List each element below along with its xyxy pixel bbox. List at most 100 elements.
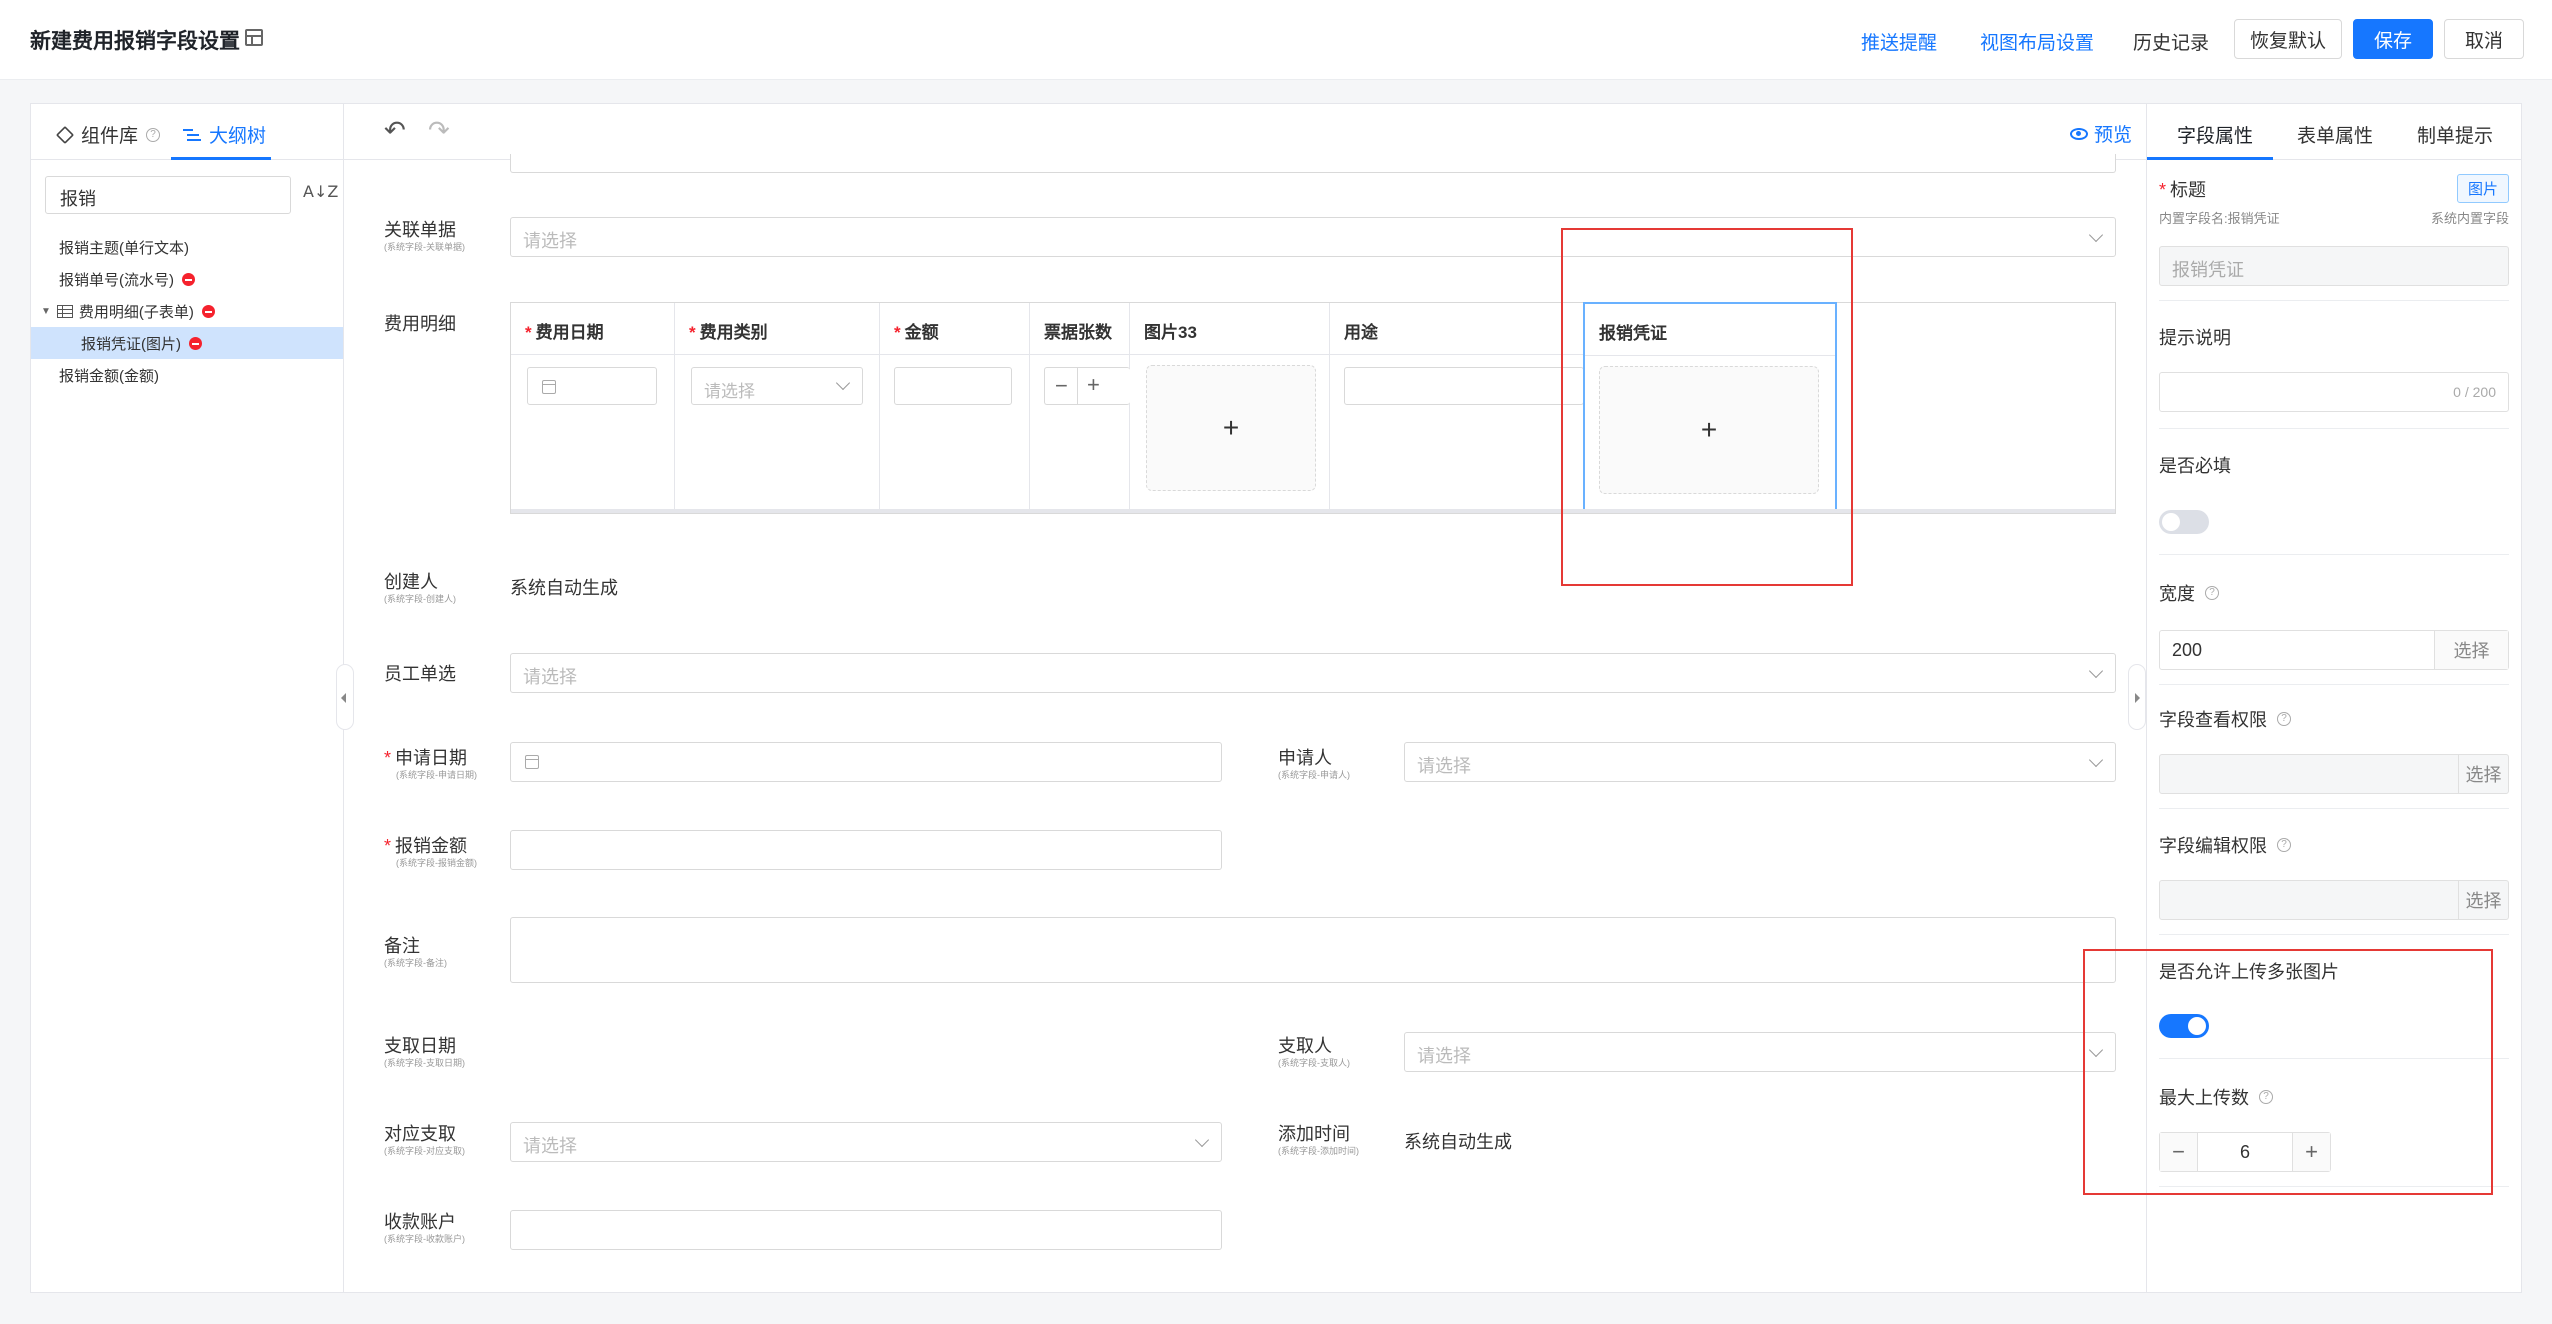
tab-form-props[interactable]: 表单属性 [2297,121,2373,148]
tree-item-selected[interactable]: 报销凭证(图片) [31,327,343,359]
column-header: 报销凭证 [1585,304,1835,356]
width-select-button[interactable]: 选择 [2434,631,2508,669]
applicant-select[interactable]: 请选择 [1404,742,2116,782]
caret-right-icon [2135,693,2140,703]
restore-default-button[interactable]: 恢复默认 [2234,19,2342,59]
tab-components[interactable]: 组件库 ? [55,121,161,148]
collapse-left-handle[interactable] [336,664,354,730]
pay-date-label: 支取日期 [384,1036,456,1056]
tab-underline [171,157,271,160]
view-permission-label: 字段查看权限? [2159,706,2291,732]
remove-icon[interactable] [182,272,195,286]
employee-select[interactable]: 请选择 [510,653,2116,693]
column-header: 票据张数 [1030,303,1129,355]
employee-label: 员工单选 [384,664,456,684]
view-permission-select-button[interactable]: 选择 [2458,755,2508,793]
remove-icon[interactable] [189,336,202,350]
table-scrollbar[interactable] [511,509,2115,513]
edit-permission-select-button[interactable]: 选择 [2458,881,2508,919]
remove-icon[interactable] [201,304,215,318]
help-icon: ? [2205,586,2219,600]
amount-label: * 报销金额 [384,836,468,856]
amount-input[interactable] [894,367,1012,405]
max-upload-stepper[interactable]: − 6 + [2159,1132,2331,1172]
purpose-input[interactable] [1344,367,1584,405]
property-panel: 字段属性 表单属性 制单提示 * 标题 图片 内置字段名:报销凭证 系统内置字段 … [2146,103,2522,1293]
help-icon: ? [2277,712,2291,726]
view-permission-input[interactable]: 选择 [2159,754,2509,794]
cancel-button[interactable]: 取消 [2444,19,2524,59]
collapse-right-handle[interactable] [2128,664,2146,730]
minus-icon[interactable]: − [1055,373,1068,399]
date-picker[interactable] [527,367,657,405]
max-upload-value[interactable]: 6 [2198,1142,2292,1163]
push-reminder-link[interactable]: 推送提醒 [1861,28,1937,55]
tree-item[interactable]: 报销主题(单行文本) [31,231,343,263]
pay-match-select[interactable]: 请选择 [510,1122,1222,1162]
sort-az-icon[interactable]: A↓Z [303,182,338,201]
tree-item[interactable]: ▼ 费用明细(子表单) [31,295,343,327]
redo-icon[interactable]: ↷ [428,116,450,146]
left-tabs: 组件库 ? 大纲树 [31,104,343,160]
width-input[interactable]: 200 选择 [2159,630,2509,670]
system-field-note: 系统内置字段 [2430,211,2509,226]
view-layout-link[interactable]: 视图布局设置 [1980,28,2094,55]
column-receipt-count: 票据张数 − + [1030,303,1130,513]
category-select[interactable]: 请选择 [691,367,863,405]
voucher-upload-box[interactable]: + [1599,366,1819,494]
required-toggle[interactable] [2159,510,2209,534]
chevron-down-icon [2088,227,2104,243]
edit-permission-input[interactable]: 选择 [2159,880,2509,920]
column-receipt-voucher-selected[interactable]: 报销凭证 + [1583,302,1837,512]
decrement-button[interactable]: − [2160,1133,2198,1171]
apply-date-picker[interactable] [510,742,1222,782]
select-placeholder: 请选择 [523,1136,577,1156]
preview-button[interactable]: 预览 [2069,120,2132,147]
divider [2159,554,2509,555]
cube-icon [55,125,75,144]
tree-item[interactable]: 报销单号(流水号) [31,263,343,295]
plus-icon[interactable]: + [1087,372,1100,398]
title-input[interactable]: 报销凭证 [2159,246,2509,286]
receipt-stepper[interactable]: − + [1044,367,1130,405]
caret-down-icon[interactable]: ▼ [41,306,51,317]
increment-button[interactable]: + [2292,1133,2330,1171]
tree-item-label: 报销主题(单行文本) [59,239,189,257]
eye-icon [2069,127,2088,140]
remark-sublabel: (系统字段-备注) [384,958,447,968]
column-header: * 费用日期 [511,303,674,355]
account-input[interactable] [510,1210,1222,1250]
chevron-down-icon [1194,1132,1210,1148]
type-tag: 图片 [2456,174,2509,203]
history-link[interactable]: 历史记录 [2133,28,2209,55]
outline-search-input[interactable]: 报销 [45,176,291,214]
creator-value: 系统自动生成 [510,578,618,598]
tab-outline[interactable]: 大纲树 [183,121,266,148]
add-time-label: 添加时间 [1278,1124,1350,1144]
save-button[interactable]: 保存 [2353,19,2433,59]
tree-item-label: 报销单号(流水号) [59,271,174,289]
column-expense-date: * 费用日期 [511,303,675,513]
select-placeholder: 请选择 [523,231,577,251]
tab-doc-tips[interactable]: 制单提示 [2417,121,2493,148]
amount-input[interactable] [510,830,1222,870]
pay-match-sublabel: (系统字段-对应支取) [384,1146,465,1156]
multi-upload-toggle[interactable] [2159,1014,2209,1038]
tab-components-label: 组件库 [81,126,139,147]
related-doc-select[interactable]: 请选择 [510,217,2116,257]
layout-icon[interactable] [245,29,263,46]
help-icon: ? [2259,1090,2273,1104]
column-header: 用途 [1330,303,1583,355]
divider [2159,1058,2509,1059]
undo-icon[interactable]: ↶ [384,116,406,146]
chevron-down-icon [835,375,851,391]
required-label: 是否必填 [2159,456,2231,476]
remark-textarea[interactable] [510,917,2116,983]
image-upload-box[interactable]: + [1146,365,1316,491]
hint-input[interactable]: 0 / 200 [2159,372,2509,412]
payer-select[interactable]: 请选择 [1404,1032,2116,1072]
tree-item[interactable]: 报销金额(金额) [31,359,343,391]
tab-field-props[interactable]: 字段属性 [2177,121,2253,148]
account-label: 收款账户 [384,1212,456,1232]
chevron-down-icon [2088,1042,2104,1058]
